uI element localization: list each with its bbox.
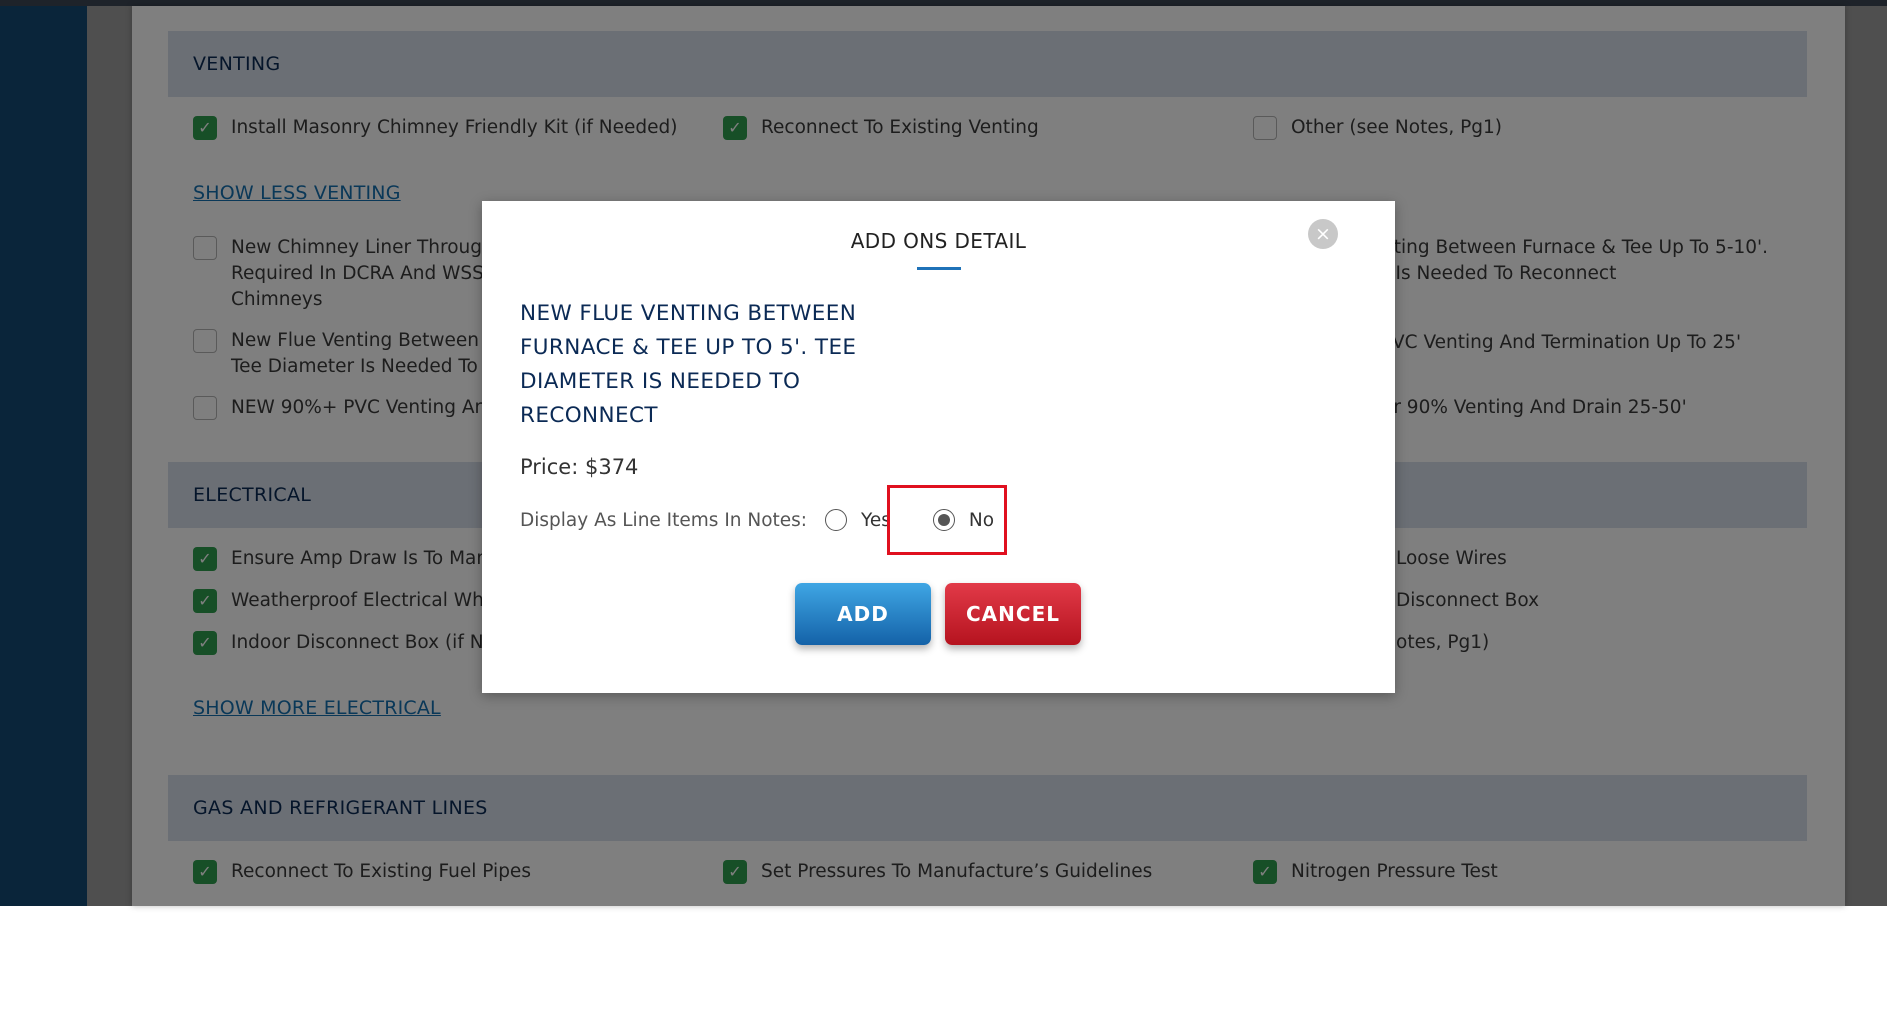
close-icon[interactable]: × [1308,219,1338,249]
add-on-item-title: NEW FLUE VENTING BETWEEN FURNACE & TEE U… [520,301,857,428]
add-button[interactable]: ADD [795,583,931,645]
display-as-line-items-label: Display As Line Items In Notes: [520,509,808,531]
cancel-button[interactable]: CANCEL [945,583,1081,645]
title-underline [917,267,961,270]
no-option-highlight-box [887,485,1007,555]
add-ons-detail-modal: ADD ONS DETAIL × NEW FLUE VENTING BETWEE… [482,201,1395,693]
yes-radio[interactable] [825,509,848,531]
modal-title: ADD ONS DETAIL [850,229,1027,253]
price-text: Price: $374 [520,455,639,479]
